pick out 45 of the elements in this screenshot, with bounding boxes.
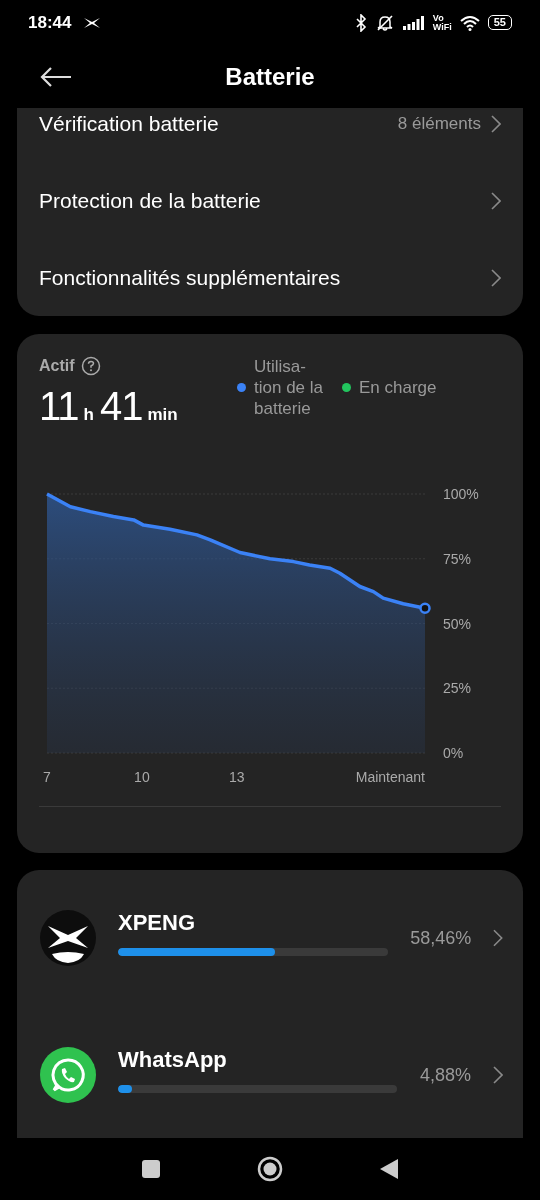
chevron-icon — [491, 115, 501, 133]
app-name: XPENG — [118, 910, 197, 936]
wifi-icon — [459, 14, 480, 31]
chevron-icon — [493, 929, 503, 947]
y-tick-label: 0% — [443, 745, 464, 761]
back-icon[interactable] — [379, 1158, 399, 1180]
app-logo-icon — [40, 910, 96, 966]
home-icon[interactable] — [257, 1156, 283, 1182]
y-tick-label: 75% — [443, 550, 472, 567]
legend-label: En charge — [359, 377, 437, 398]
x-tick-label: 13 — [229, 769, 245, 785]
x-tick-label: 7 — [43, 769, 51, 785]
back-arrow-icon[interactable] — [40, 65, 72, 88]
chat-phone-icon — [40, 1047, 96, 1103]
usage-percentage: 4,88% — [419, 1064, 471, 1086]
minutes-unit: min — [147, 405, 178, 425]
settings-item[interactable]: Vérification batterie 8 éléments — [17, 108, 523, 162]
page-title: Batterie — [225, 62, 315, 91]
x-tick-label: Maintenant — [355, 769, 425, 785]
y-tick-label: 100% — [443, 486, 479, 502]
y-tick-label: 25% — [443, 680, 472, 697]
chevron-icon — [491, 268, 501, 287]
help-icon[interactable] — [80, 356, 101, 376]
settings-item[interactable]: Fonctionnalités supplémentaires — [17, 239, 523, 316]
app-name: WhatsApp — [118, 1047, 228, 1073]
hours-unit: h — [83, 405, 94, 425]
vowifi-label: Vo WiFi — [432, 13, 452, 32]
hours-value: 11 — [39, 384, 79, 429]
signal-icon — [402, 15, 425, 30]
battery-indicator: 55 — [487, 15, 512, 30]
x-tick-label: 10 — [134, 769, 150, 785]
app-usage-row[interactable]: XPENG 58,46% — [17, 900, 523, 976]
chevron-icon — [491, 191, 501, 210]
current-point-marker — [419, 602, 431, 614]
status-time: 18:44 — [28, 12, 72, 33]
active-label: Actif — [39, 357, 75, 375]
app-usage-row[interactable]: WhatsApp 4,88% — [17, 1012, 523, 1138]
bluetooth-icon — [354, 13, 367, 32]
usage-percentage: 58,46% — [410, 927, 472, 949]
settings-item[interactable]: Protection de la batterie — [17, 162, 523, 239]
legend-label: Utilisa-tion de la batterie — [254, 356, 324, 419]
chevron-icon — [493, 1066, 503, 1084]
minutes-value: 41 — [99, 384, 143, 429]
recent-apps-icon[interactable] — [141, 1159, 161, 1179]
y-tick-label: 50% — [443, 615, 472, 632]
